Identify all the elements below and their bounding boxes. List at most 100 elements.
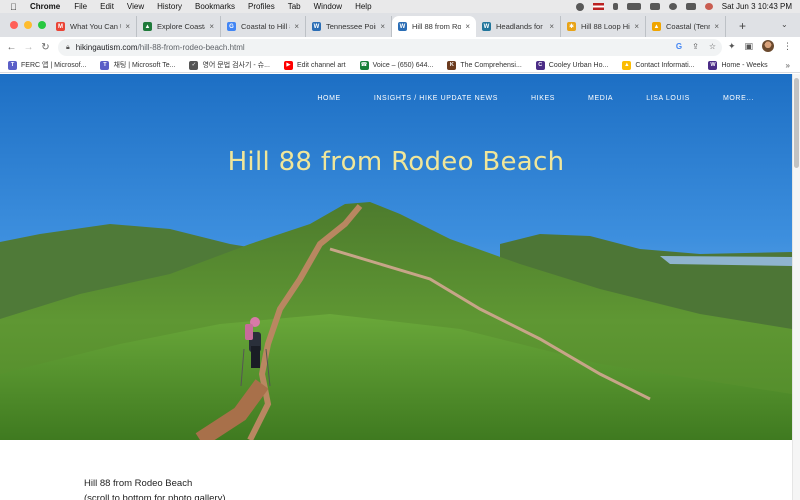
address-bar[interactable]: 🔒︎ hikingautism.com/hill-88-from-rodeo-b… [58,39,722,56]
bookmark-item[interactable]: ✓ 영어 문법 검사기 - 슈... [189,60,270,70]
nav-lisa-louis[interactable]: LISA LOUIS [646,95,690,102]
tab-label: Coastal to Hill 8 [241,22,291,31]
tab-close-icon[interactable]: × [465,22,470,31]
bookmark-item[interactable]: T FERC 앱 | Microsof... [8,60,86,70]
tab-close-icon[interactable]: × [714,22,719,31]
browser-tab[interactable]: W Tennessee Poin × [306,16,392,37]
forward-arrow-icon[interactable]: → [20,42,37,53]
bookmarks-overflow-icon[interactable]: » [786,61,790,70]
menu-history[interactable]: History [157,2,182,11]
bookmark-item[interactable]: ☎ Voice – (650) 644... [359,60,434,70]
google-lens-icon[interactable]: G [676,42,682,51]
menu-bookmarks[interactable]: Bookmarks [195,2,235,11]
bluetooth-icon[interactable] [612,3,618,10]
bookmark-label: 영어 문법 검사기 - 슈... [202,62,270,69]
apple-menu-icon[interactable]:  [10,2,20,12]
menu-profiles[interactable]: Profiles [248,2,275,11]
record-icon[interactable] [575,2,584,11]
menu-clock[interactable]: Sat Jun 3 10:43 PM [722,2,792,11]
browser-tab[interactable]: G Coastal to Hill 8 × [221,16,306,37]
chrome-menu-kebab-icon[interactable]: ⋮ [783,41,792,52]
browser-tab[interactable]: W Hill 88 from Ro × [392,16,476,37]
browser-tab[interactable]: M What You Can U × [50,16,137,37]
nav-more[interactable]: MORE... [723,95,754,102]
bookmark-favicon-icon: C [535,60,545,70]
tab-close-icon[interactable]: × [294,22,299,31]
bookmark-item[interactable]: W Home - Weeks [708,60,768,70]
close-window-button[interactable] [10,21,18,29]
tab-favicon-icon: W [398,22,407,31]
page-scrollbar[interactable] [792,74,800,500]
hero-banner-image: HOME INSIGHTS / HIKE UPDATE NEWS HIKES M… [0,74,792,440]
tab-close-icon[interactable]: × [209,22,214,31]
tab-favicon-icon: ✱ [567,22,576,31]
menu-help[interactable]: Help [355,2,371,11]
zoom-window-button[interactable] [38,21,46,29]
nav-insights[interactable]: INSIGHTS / HIKE UPDATE NEWS [374,95,498,102]
lock-icon[interactable]: 🔒︎ [66,44,70,52]
menu-tab[interactable]: Tab [288,2,301,11]
extensions-puzzle-icon[interactable]: ✦ [728,41,736,52]
back-arrow-icon[interactable]: ← [3,42,20,53]
profile-avatar[interactable] [762,40,774,52]
bookmark-item[interactable]: ▲ Contact Informati... [622,60,695,70]
bookmark-label: 채팅 | Microsoft Te... [113,62,176,69]
browser-tab[interactable]: ▲ Coastal (Tenne × [646,16,726,37]
bookmark-label: Contact Informati... [635,61,695,69]
share-icon[interactable]: ⇪ [692,42,699,51]
browser-tab[interactable]: ✱ Hill 88 Loop Hik × [561,16,646,37]
nav-hikes[interactable]: HIKES [531,95,555,102]
article-intro: Hill 88 from Rodeo Beach (scroll to bott… [84,476,226,500]
app-menu-chrome[interactable]: Chrome [30,2,60,11]
bookmark-item[interactable]: ▶ Edit channel art [283,60,346,70]
tab-label: Tennessee Poin [326,22,377,31]
control-center-icon[interactable] [685,3,696,10]
window-controls [10,21,46,29]
intro-line-title: Hill 88 from Rodeo Beach [84,478,193,489]
bookmark-label: The Comprehensi... [460,61,522,69]
url-path: /hill-88-from-rodeo-beach.html [137,43,245,52]
bookmark-item[interactable]: C Cooley Urban Ho... [535,60,608,70]
bookmark-item[interactable]: K The Comprehensi... [447,60,522,70]
tab-close-icon[interactable]: × [380,22,385,31]
bookmark-favicon-icon: ▶ [283,60,293,70]
new-tab-button[interactable]: + [739,19,746,33]
bookmark-star-icon[interactable]: ☆ [709,42,716,51]
bookmark-favicon-icon: T [8,60,17,70]
bookmark-label: Voice – (650) 644... [372,61,434,69]
tab-search-chevron-icon[interactable]: ⌄ [781,20,788,29]
bookmark-item[interactable]: T 채팅 | Microsoft Te... [100,60,175,70]
tab-favicon-icon: ▲ [652,22,661,31]
tab-favicon-icon: G [227,22,236,31]
bookmark-favicon-icon: W [708,60,718,70]
menu-view[interactable]: View [127,2,144,11]
menu-window[interactable]: Window [314,2,342,11]
menu-file[interactable]: File [74,2,87,11]
minimize-window-button[interactable] [24,21,32,29]
wifi-icon[interactable] [649,3,660,10]
bookmarks-bar: T FERC 앱 | Microsof... T 채팅 | Microsoft Te.… [0,58,800,73]
menu-edit[interactable]: Edit [100,2,114,11]
macos-menu-bar:  Chrome File Edit View History Bookmark… [0,0,800,13]
bookmark-favicon-icon: ▲ [622,60,632,70]
input-source-flag-icon[interactable] [592,3,604,10]
siri-icon[interactable] [704,3,713,10]
battery-icon[interactable] [626,3,641,10]
tab-close-icon[interactable]: × [549,22,554,31]
tab-label: What You Can U [70,22,122,31]
tab-favicon-icon: W [482,22,491,31]
hill-landscape-photo [0,74,792,440]
scrollbar-thumb[interactable] [794,78,799,168]
intro-line-gallery-note: (scroll to bottom for photo gallery) [84,493,226,500]
side-panel-icon[interactable]: ▣ [744,41,753,52]
tab-close-icon[interactable]: × [634,22,639,31]
browser-tab[interactable]: W Headlands for × [476,16,561,37]
tab-label: Coastal (Tenne [666,22,710,31]
browser-tab[interactable]: ▲ Explore Coastal × [137,16,221,37]
nav-media[interactable]: MEDIA [588,95,613,102]
tab-favicon-icon: ▲ [143,22,152,31]
tab-close-icon[interactable]: × [125,22,130,31]
nav-home[interactable]: HOME [317,95,340,102]
reload-icon[interactable]: ↻ [37,42,54,53]
search-icon[interactable] [668,3,677,10]
